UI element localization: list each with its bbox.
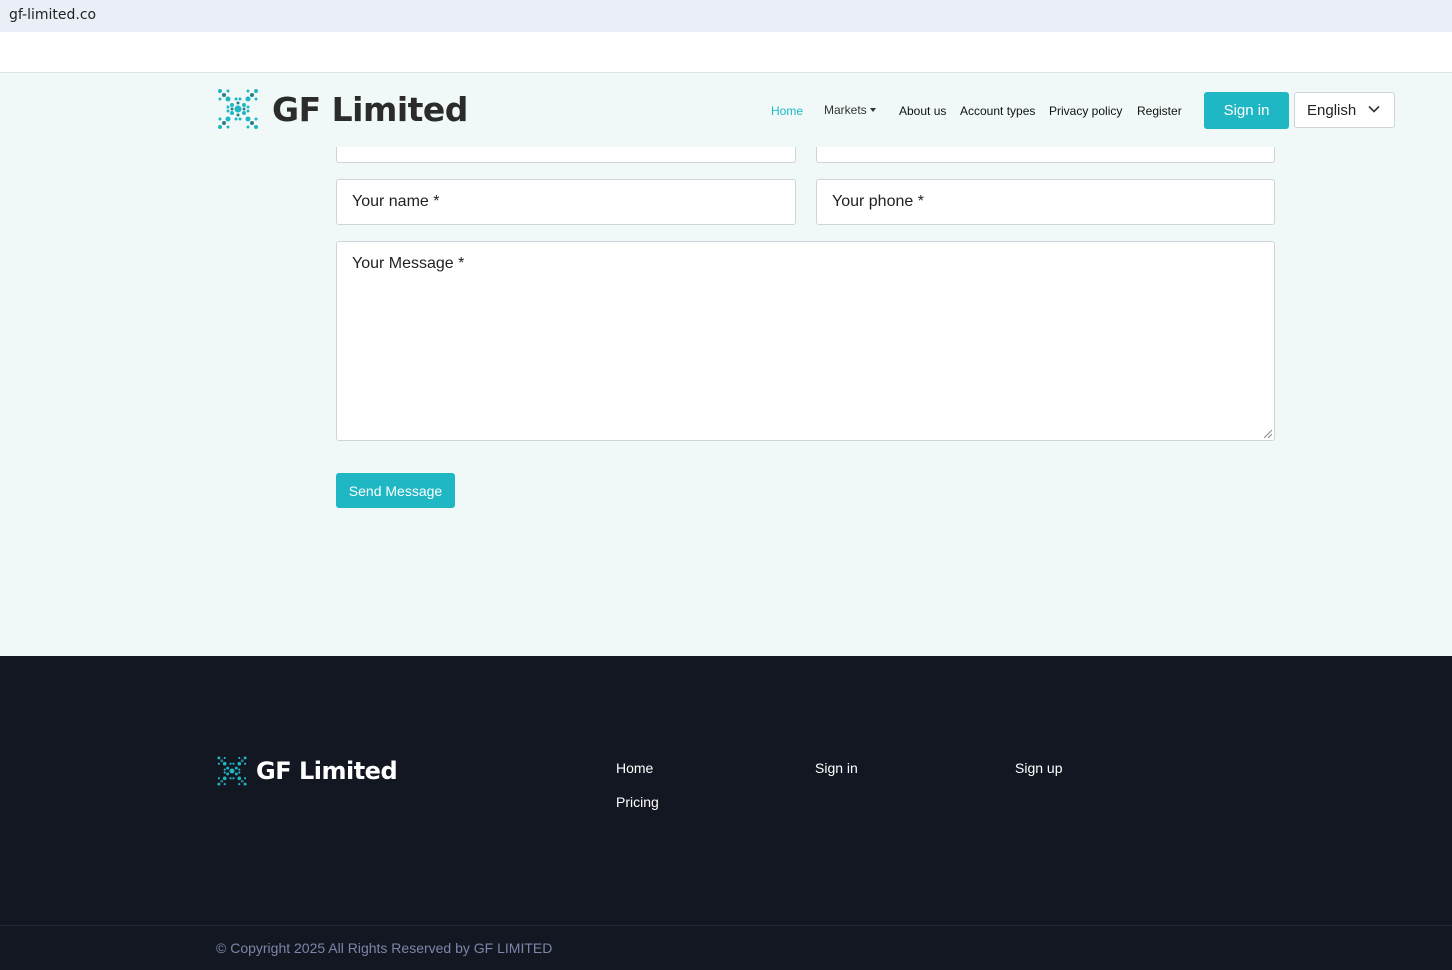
site-header: GF Limited Home Markets About us Account… (0, 73, 1452, 147)
footer-link-sign-in[interactable]: Sign in (815, 760, 858, 776)
nav-register[interactable]: Register (1137, 104, 1182, 118)
browser-url-bar[interactable]: gf-limited.co (0, 0, 1452, 32)
caret-down-icon (869, 107, 876, 112)
site-footer: GF Limited Home Pricing Sign in Sign up … (0, 656, 1452, 970)
footer-brand-name: GF Limited (256, 757, 398, 785)
top-band (0, 32, 1452, 73)
gf-logo-icon (218, 89, 258, 129)
name-field[interactable]: Your name * (336, 179, 796, 225)
send-message-button[interactable]: Send Message (336, 473, 455, 508)
contact-form-section: Your name * Your phone * Your Message * … (0, 73, 1452, 656)
language-value: English (1307, 101, 1357, 119)
phone-placeholder: Your phone * (832, 193, 924, 210)
nav-markets[interactable]: Markets (824, 103, 876, 117)
nav-home[interactable]: Home (771, 104, 803, 118)
message-textarea[interactable]: Your Message * (336, 241, 1275, 441)
resize-handle-icon[interactable] (1264, 430, 1272, 438)
phone-field[interactable]: Your phone * (816, 179, 1275, 225)
sign-in-button[interactable]: Sign in (1204, 92, 1289, 129)
chevron-down-icon (1368, 105, 1380, 113)
url-text[interactable]: gf-limited.co (9, 7, 96, 23)
language-select[interactable]: English (1294, 92, 1395, 128)
nav-privacy-policy[interactable]: Privacy policy (1049, 104, 1122, 118)
copyright-text: © Copyright 2025 All Rights Reserved by … (216, 940, 553, 956)
gf-logo-icon (217, 756, 247, 786)
footer-divider (0, 925, 1452, 926)
footer-brand-logo[interactable]: GF Limited (216, 755, 398, 787)
name-placeholder: Your name * (352, 193, 440, 210)
footer-link-pricing[interactable]: Pricing (616, 794, 659, 810)
message-placeholder: Your Message * (352, 255, 465, 272)
brand-name: GF Limited (272, 89, 468, 129)
nav-markets-label: Markets (824, 103, 867, 117)
footer-link-home[interactable]: Home (616, 760, 653, 776)
footer-link-sign-up[interactable]: Sign up (1015, 760, 1062, 776)
nav-account-types[interactable]: Account types (960, 104, 1035, 118)
brand-logo[interactable]: GF Limited (216, 87, 468, 131)
nav-about-us[interactable]: About us (899, 104, 946, 118)
